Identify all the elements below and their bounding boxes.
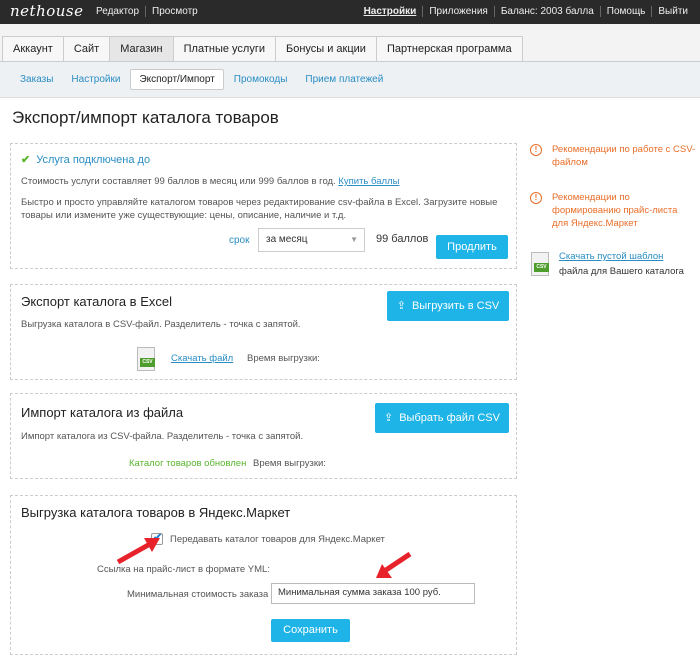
subtab-promocodes[interactable]: Промокоды	[226, 70, 296, 89]
upload-icon: ⇪	[396, 300, 406, 312]
nethouse-logo[interactable]: nethouse	[10, 2, 84, 20]
tab-partner-program[interactable]: Партнерская программа	[375, 36, 523, 62]
red-arrow-icon	[116, 538, 160, 565]
nav-apps-link[interactable]: Приложения	[422, 6, 494, 17]
import-title: Импорт каталога из файла	[21, 405, 184, 420]
nav-editor-link[interactable]: Редактор	[90, 6, 145, 17]
nav-logout-link[interactable]: Выйти	[651, 6, 694, 17]
extend-button[interactable]: Продлить	[436, 235, 508, 259]
service-box: ✔ Услуга подключена до Стоимость услуги с…	[10, 143, 517, 269]
import-box: Импорт каталога из файла Импорт каталога…	[10, 393, 517, 479]
yandex-title: Выгрузка каталога товаров в Яндекс.Марке…	[21, 505, 291, 520]
yandex-recommendations-link[interactable]: ! Рекомендации по формированию прайс-лис…	[530, 191, 688, 230]
top-bar: nethouse Редактор Просмотр Настройки При…	[0, 0, 700, 24]
tab-paid-services[interactable]: Платные услуги	[172, 36, 276, 62]
template-caption: файла для Вашего каталога	[559, 266, 684, 277]
subtab-export-import[interactable]: Экспорт/Импорт	[130, 69, 224, 90]
top-nav-right: Настройки Приложения Баланс: 2003 балла …	[358, 6, 694, 17]
nav-preview-link[interactable]: Просмотр	[145, 6, 204, 17]
service-desc-line1: Быстро и просто управляйте каталогом тов…	[21, 197, 498, 208]
exclamation-icon: !	[530, 192, 542, 204]
exclamation-icon: !	[530, 144, 542, 156]
min-order-input[interactable]: Минимальная сумма заказа 100 руб.	[271, 583, 475, 604]
subtab-payments[interactable]: Прием платежей	[297, 70, 391, 89]
csv-template-icon: CSV	[531, 252, 549, 276]
buy-points-link[interactable]: Купить баллы	[338, 176, 399, 187]
service-cost-text: Стоимость услуги составляет 99 баллов в …	[21, 176, 400, 187]
import-status: Каталог товаров обновлен	[129, 458, 247, 469]
subtab-orders[interactable]: Заказы	[12, 70, 61, 89]
red-arrow-icon	[376, 551, 412, 578]
tab-site[interactable]: Сайт	[62, 36, 111, 62]
export-time-label: Время выгрузки:	[247, 353, 320, 364]
tab-shop[interactable]: Магазин	[109, 36, 174, 62]
main-tabs-bar: Аккаунт Сайт Магазин Платные услуги Бону…	[0, 24, 700, 62]
nav-help-link[interactable]: Помощь	[599, 6, 652, 17]
yandex-market-box: Выгрузка каталога товаров в Яндекс.Марке…	[10, 495, 517, 655]
top-nav-left: Редактор Просмотр	[90, 6, 204, 17]
tab-account[interactable]: Аккаунт	[2, 36, 64, 62]
subtab-settings[interactable]: Настройки	[63, 70, 128, 89]
nav-balance-link[interactable]: Баланс: 2003 балла	[493, 6, 600, 17]
service-status: ✔ Услуга подключена до	[21, 154, 151, 166]
nav-settings-link[interactable]: Настройки	[358, 6, 423, 17]
period-label: срок	[229, 235, 250, 246]
check-icon: ✔	[21, 154, 31, 166]
import-time-label: Время выгрузки:	[253, 458, 326, 469]
tab-bonuses[interactable]: Бонусы и акции	[274, 36, 377, 62]
export-box: Экспорт каталога в Excel Выгрузка катало…	[10, 284, 517, 380]
download-file-link[interactable]: Скачать файл	[171, 353, 233, 364]
export-title: Экспорт каталога в Excel	[21, 294, 172, 309]
yandex-checkbox-label: Передавать каталог товаров для Яндекс.Ма…	[170, 534, 385, 545]
save-button[interactable]: Сохранить	[271, 619, 350, 642]
chevron-down-icon: ▼	[350, 235, 358, 244]
sub-tabs-bar: Заказы Настройки Экспорт/Импорт Промокод…	[0, 62, 700, 98]
min-order-label: Минимальная стоимость заказа	[127, 589, 269, 600]
period-select[interactable]: за месяц ▼	[258, 228, 365, 252]
import-desc: Импорт каталога из CSV-файла. Разделител…	[21, 431, 304, 442]
csv-recommendations-link[interactable]: ! Рекомендации по работе с CSV-файлом	[530, 143, 697, 169]
page-title: Экспорт/импорт каталога товаров	[12, 108, 279, 127]
download-template-link[interactable]: Скачать пустой шаблон	[559, 251, 663, 262]
service-price: 99 баллов	[376, 233, 429, 245]
export-csv-button[interactable]: ⇪ Выгрузить в CSV	[387, 291, 509, 321]
choose-csv-button[interactable]: ⇪ Выбрать файл CSV	[375, 403, 509, 433]
export-desc: Выгрузка каталога в CSV-файл. Разделител…	[21, 319, 301, 330]
csv-file-icon: CSV	[137, 347, 155, 371]
upload-icon: ⇪	[384, 412, 394, 424]
service-desc-line2: товары или измените уже существующие: це…	[21, 210, 347, 221]
